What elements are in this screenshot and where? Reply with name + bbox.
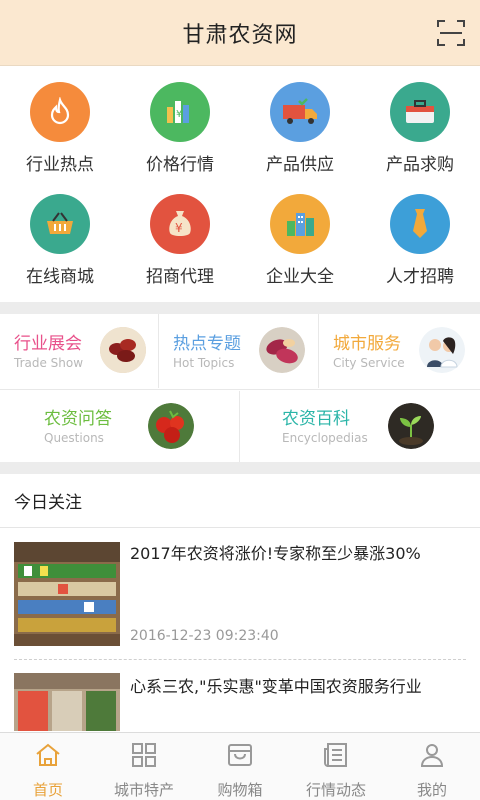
- scan-icon[interactable]: [436, 18, 466, 48]
- promo-subtitle: Trade Show: [14, 355, 84, 370]
- promo-trade-show[interactable]: 行业展会 Trade Show: [0, 314, 159, 388]
- promo-subtitle: Hot Topics: [173, 355, 235, 370]
- promo-encyclopedias[interactable]: 农资百科 Encyclopedias: [240, 391, 480, 462]
- tab-mine[interactable]: 我的: [384, 733, 480, 800]
- home-icon: [36, 743, 60, 766]
- grid-label: 招商代理: [146, 267, 214, 287]
- grid-item-business-agency[interactable]: ¥ 招商代理: [120, 178, 240, 288]
- news-timestamp: 2016-12-23 09:23:40: [130, 628, 279, 644]
- promo-hot-topics[interactable]: 热点专题 Hot Topics: [159, 314, 319, 388]
- promo-title: 农资问答: [44, 409, 112, 429]
- grid-item-enterprise-directory[interactable]: 企业大全: [240, 178, 360, 288]
- buildings-icon: [270, 194, 330, 254]
- user-icon: [420, 744, 444, 767]
- today-section-header: 今日关注: [0, 474, 480, 528]
- promo-subtitle: City Service: [333, 355, 405, 370]
- news-thumbnail-store-shelves: [14, 542, 120, 646]
- grid-icon: [132, 743, 156, 767]
- section-divider: [0, 302, 480, 314]
- promo-title: 农资百科: [282, 409, 350, 429]
- price-chart-icon: ¥: [150, 82, 210, 142]
- grid-label: 人才招聘: [386, 267, 454, 287]
- tomatoes-image: [148, 403, 194, 449]
- grid-label: 产品求购: [386, 155, 454, 175]
- service-staff-image: [419, 327, 465, 373]
- tab-label: 首页: [32, 781, 63, 799]
- grid-item-product-purchase[interactable]: 产品求购: [360, 66, 480, 176]
- grid-item-price-trend[interactable]: ¥ 价格行情: [120, 66, 240, 176]
- news-separator: [14, 659, 466, 660]
- promo-row-bottom: 农资问答 Questions 农资百科 Encyclopedias: [0, 391, 480, 462]
- section-divider: [0, 462, 480, 474]
- money-bag-icon: ¥: [150, 194, 210, 254]
- promo-title: 城市服务: [333, 333, 401, 354]
- box-icon: [228, 744, 252, 766]
- app-header: 甘肃农资网: [0, 0, 480, 66]
- promo-row-top: 行业展会 Trade Show 热点专题 Hot Topics 城市服务 Cit…: [0, 314, 480, 390]
- grid-label: 在线商城: [26, 267, 94, 287]
- promo-title: 行业展会: [14, 333, 82, 354]
- news-item[interactable]: 心系三农,"乐实惠"变革中国农资服务行业: [14, 673, 466, 731]
- tab-label: 我的: [416, 781, 447, 799]
- page-title: 甘肃农资网: [182, 22, 298, 48]
- grid-item-industry-hotspot[interactable]: 行业热点: [0, 66, 120, 176]
- news-title: 心系三农,"乐实惠"变革中国农资服务行业: [130, 677, 422, 696]
- promo-subtitle: Encyclopedias: [282, 431, 368, 445]
- news-thumbnail-store-interior: [14, 673, 120, 731]
- category-grid: 行业热点 ¥ 价格行情 产品供应 产品求购 在线商城 ¥ 招商代理 企业大全 人…: [0, 66, 480, 302]
- bottom-tab-bar: 首页 城市特产 购物箱 行情动态 我的: [0, 732, 480, 800]
- svg-text:¥: ¥: [175, 221, 183, 235]
- tab-label: 城市特产: [113, 781, 174, 799]
- news-item[interactable]: 2017年农资将涨价!专家称至少暴涨30% 2016-12-23 09:23:4…: [14, 542, 466, 648]
- grid-label: 价格行情: [146, 155, 214, 175]
- promo-questions[interactable]: 农资问答 Questions: [0, 391, 240, 462]
- tab-shopping-box[interactable]: 购物箱: [192, 733, 288, 800]
- promo-title: 热点专题: [173, 333, 241, 354]
- promo-subtitle: Questions: [44, 431, 104, 445]
- grid-item-talent-recruitment[interactable]: 人才招聘: [360, 178, 480, 288]
- grid-label: 行业热点: [26, 155, 94, 175]
- briefcase-icon: [390, 82, 450, 142]
- news-icon: [324, 743, 347, 767]
- grid-label: 产品供应: [266, 155, 334, 175]
- svg-text:¥: ¥: [176, 109, 182, 120]
- news-title: 2017年农资将涨价!专家称至少暴涨30%: [130, 544, 421, 563]
- tab-label: 行情动态: [305, 781, 366, 799]
- delivery-truck-icon: [270, 82, 330, 142]
- flame-icon: [30, 82, 90, 142]
- sweet-potato-image: [259, 327, 305, 373]
- tab-label: 购物箱: [217, 781, 263, 799]
- shopping-basket-icon: [30, 194, 90, 254]
- grid-item-online-mall[interactable]: 在线商城: [0, 178, 120, 288]
- dates-image: [100, 327, 146, 373]
- promo-city-service[interactable]: 城市服务 City Service: [319, 314, 480, 388]
- tab-market-news[interactable]: 行情动态: [288, 733, 384, 800]
- seedling-image: [388, 403, 434, 449]
- section-title: 今日关注: [14, 493, 82, 513]
- necktie-icon: [390, 194, 450, 254]
- grid-item-product-supply[interactable]: 产品供应: [240, 66, 360, 176]
- grid-label: 企业大全: [266, 267, 334, 287]
- tab-city-specialties[interactable]: 城市特产: [96, 733, 192, 800]
- tab-home[interactable]: 首页: [0, 733, 96, 800]
